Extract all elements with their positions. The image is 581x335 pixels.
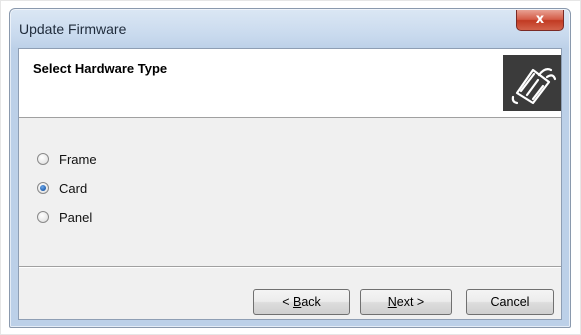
option-frame[interactable]: Frame [37,150,97,168]
hardware-card-icon [503,55,561,111]
cancel-button-label: Cancel [490,295,530,309]
option-label: Frame [59,151,97,167]
title-bar[interactable]: Update Firmware x [10,9,570,45]
back-button[interactable]: < Back [253,289,350,315]
radio-card[interactable] [37,182,49,194]
option-label: Panel [59,209,93,225]
update-firmware-dialog: Update Firmware x Select Hardware Type F… [9,8,571,328]
wizard-header: Select Hardware Type [19,49,561,118]
window-title: Update Firmware [19,21,127,37]
back-button-label: ack [301,295,321,309]
back-button-prefix: < [282,295,293,309]
page-title: Select Hardware Type [33,61,168,76]
cancel-button[interactable]: Cancel [466,289,554,315]
close-icon: x [535,12,545,27]
close-button[interactable]: x [516,10,564,31]
option-label: Card [59,180,88,196]
radio-frame[interactable] [37,153,49,165]
option-card[interactable]: Card [37,179,87,197]
next-button-mnemonic: N [387,295,397,309]
next-button-label: ext > [396,295,425,309]
footer-divider [19,266,561,268]
back-button-mnemonic: B [292,295,302,309]
option-panel[interactable]: Panel [37,208,92,226]
next-button[interactable]: Next > [360,289,452,315]
radio-panel[interactable] [37,211,49,223]
dialog-body: Select Hardware Type Frame Card Panel < … [18,48,562,320]
